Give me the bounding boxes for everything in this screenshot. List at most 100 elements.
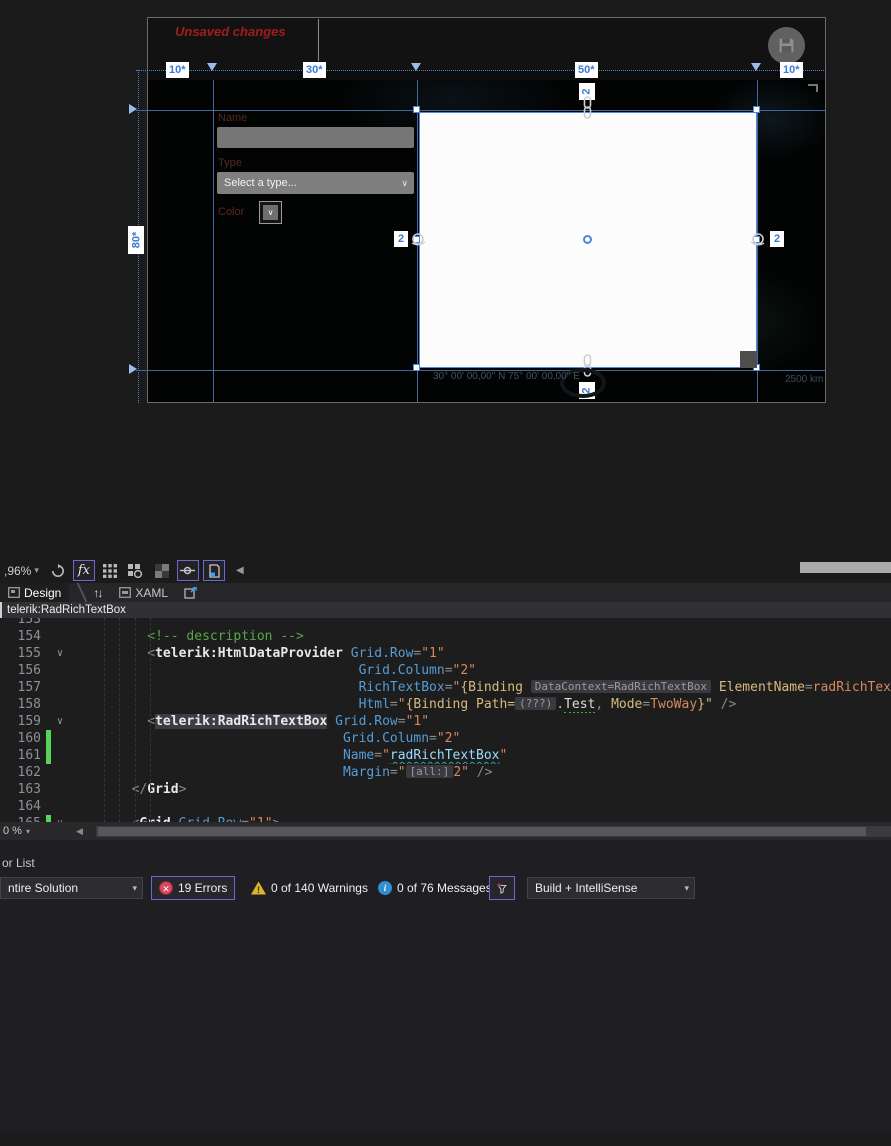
- checkerboard-icon: [154, 563, 169, 578]
- code-line[interactable]: 155 ∨ <telerik:HtmlDataProvider Grid.Row=…: [0, 645, 891, 662]
- fold-chevron-icon[interactable]: ∨: [51, 815, 69, 822]
- column-width-badge[interactable]: 10*: [780, 62, 803, 78]
- code-line[interactable]: 157 RichTextBox="{Binding DataContext=Ra…: [0, 679, 891, 696]
- column-splitter-marker[interactable]: [751, 63, 761, 71]
- xaml-designer-canvas[interactable]: Unsaved changes 10* 30* 50* 10* 80* Name…: [0, 0, 891, 557]
- effects-toggle-button[interactable]: fx: [72, 560, 95, 581]
- line-number: 165: [0, 815, 46, 822]
- code-line[interactable]: 160 Grid.Column="2": [0, 730, 891, 747]
- collapse-left-icon[interactable]: ◀: [229, 560, 251, 581]
- code-line[interactable]: 161 Name="radRichTextBox": [0, 747, 891, 764]
- warnings-filter-button[interactable]: ! 0 of 140 Warnings: [244, 876, 375, 900]
- line-number: 163: [17, 782, 41, 797]
- column-width-badge[interactable]: 10*: [166, 62, 189, 78]
- refresh-button[interactable]: [47, 560, 69, 581]
- swap-panes-button[interactable]: ↑↓: [83, 586, 111, 600]
- chevron-down-icon: ∨: [401, 178, 408, 188]
- name-textbox[interactable]: [217, 127, 414, 148]
- element-breadcrumb[interactable]: telerik:RadRichTextBox: [0, 602, 891, 618]
- type-label: Type: [218, 157, 242, 169]
- resize-handle[interactable]: [753, 106, 760, 113]
- save-button[interactable]: [768, 27, 805, 64]
- design-view-icon: [8, 587, 20, 598]
- code-line[interactable]: 163 </Grid>: [0, 781, 891, 798]
- editor-zoom-dropdown[interactable]: 0 %: [0, 825, 26, 837]
- save-floppy-icon: [779, 38, 794, 53]
- code-line[interactable]: 165∨ <Grid Grid.Row="1">: [0, 815, 891, 822]
- fold-chevron-icon: [51, 679, 69, 696]
- column-width-badge[interactable]: 50*: [575, 62, 598, 78]
- resize-handle[interactable]: [413, 106, 420, 113]
- grid-column-line[interactable]: [213, 80, 214, 402]
- messages-filter-button[interactable]: i 0 of 76 Messages: [371, 876, 499, 900]
- designer-horizontal-scrollbar[interactable]: [800, 562, 891, 573]
- snap-grid-settings-button[interactable]: [125, 560, 147, 581]
- unsaved-changes-label: Unsaved changes: [175, 24, 286, 39]
- code-line[interactable]: 154 <!-- description -->: [0, 628, 891, 645]
- fold-chevron-icon: [51, 662, 69, 679]
- line-number: 156: [17, 663, 41, 678]
- chain-link-icon[interactable]: [581, 96, 594, 120]
- designer-toolbar: ,96% ▾ fx ◀: [0, 558, 891, 583]
- refresh-icon: [51, 563, 64, 577]
- column-width-badge[interactable]: 30*: [303, 62, 326, 78]
- scrollbar-thumb[interactable]: [98, 827, 866, 836]
- fx-icon: fx: [77, 563, 90, 578]
- fold-chevron-icon[interactable]: ∨: [51, 645, 69, 662]
- row-height-badge[interactable]: 80*: [128, 226, 144, 254]
- code-line[interactable]: 162 Margin=" [all:] 2" />: [0, 764, 891, 781]
- scroll-left-icon[interactable]: ◀: [76, 826, 83, 837]
- code-line[interactable]: 153: [0, 618, 891, 628]
- snap-to-snaplines-button[interactable]: [202, 560, 225, 581]
- errors-filter-button[interactable]: ✕ 19 Errors: [151, 876, 236, 900]
- anchor-center-icon[interactable]: [583, 235, 592, 244]
- resize-handle[interactable]: [413, 364, 420, 371]
- editor-horizontal-scrollbar[interactable]: [96, 826, 891, 837]
- show-gridlines-button[interactable]: [99, 560, 121, 581]
- fold-chevron-icon: [51, 628, 69, 645]
- tab-design[interactable]: Design: [0, 583, 70, 602]
- fold-chevron-icon: [51, 798, 69, 815]
- row-splitter-marker[interactable]: [129, 364, 137, 374]
- column-splitter-marker[interactable]: [411, 63, 421, 71]
- grid-settings-icon: [128, 563, 143, 578]
- scope-dropdown[interactable]: ntire Solution ▾: [0, 877, 143, 899]
- line-number: 157: [17, 680, 41, 695]
- fold-chevron-icon[interactable]: ∨: [51, 713, 69, 730]
- code-line[interactable]: 158 Html="{Binding Path= (???) .Test, Mode…: [0, 696, 891, 713]
- tab-xaml[interactable]: XAML: [111, 583, 176, 602]
- color-dropdown[interactable]: ∨: [259, 201, 282, 224]
- fold-chevron-icon: [51, 781, 69, 798]
- funnel-icon: [497, 883, 507, 894]
- anchor-ring-icon[interactable]: [410, 232, 427, 246]
- fold-chevron-icon: [51, 764, 69, 781]
- grid-row-line[interactable]: [136, 110, 826, 111]
- type-combobox[interactable]: Select a type... ∨: [217, 172, 414, 194]
- thumb-grip[interactable]: [740, 351, 757, 368]
- anchor-ring-icon[interactable]: [749, 232, 766, 246]
- margin-right-badge[interactable]: 2: [770, 231, 785, 247]
- filter-button[interactable]: [489, 876, 515, 900]
- xaml-view-icon: [119, 587, 132, 598]
- show-transparency-button[interactable]: [151, 560, 173, 581]
- ide-window: Unsaved changes 10* 30* 50* 10* 80* Name…: [0, 0, 891, 1146]
- code-line[interactable]: 159 ∨ <telerik:RadRichTextBox Grid.Row="1…: [0, 713, 891, 730]
- code-line[interactable]: 156 Grid.Column="2": [0, 662, 891, 679]
- margin-left-badge[interactable]: 2: [394, 231, 409, 247]
- popout-pane-button[interactable]: [176, 583, 205, 602]
- code-line[interactable]: 164: [0, 798, 891, 815]
- xaml-code-editor[interactable]: 153 154 <!-- description --> 155 ∨ <telerik…: [0, 618, 891, 822]
- row-splitter-marker[interactable]: [129, 104, 137, 114]
- line-number: 154: [17, 629, 41, 644]
- build-intellisense-dropdown[interactable]: Build + IntelliSense ▾: [527, 877, 695, 899]
- zoom-dropdown[interactable]: ,96% ▾: [0, 564, 43, 578]
- fold-chevron-icon: [51, 696, 69, 713]
- corner-bracket-icon: [808, 84, 818, 92]
- error-icon: ✕: [159, 881, 173, 895]
- column-splitter-marker[interactable]: [207, 63, 217, 71]
- snaplines-toggle-button[interactable]: [176, 560, 199, 581]
- line-number: 160: [17, 731, 41, 746]
- snap-document-icon: [209, 563, 220, 578]
- code-lines: 153 154 <!-- description --> 155 ∨ <telerik…: [0, 618, 891, 822]
- error-list-panel: or List ntire Solution ▾ ✕ 19 Errors ! 0…: [0, 840, 891, 1132]
